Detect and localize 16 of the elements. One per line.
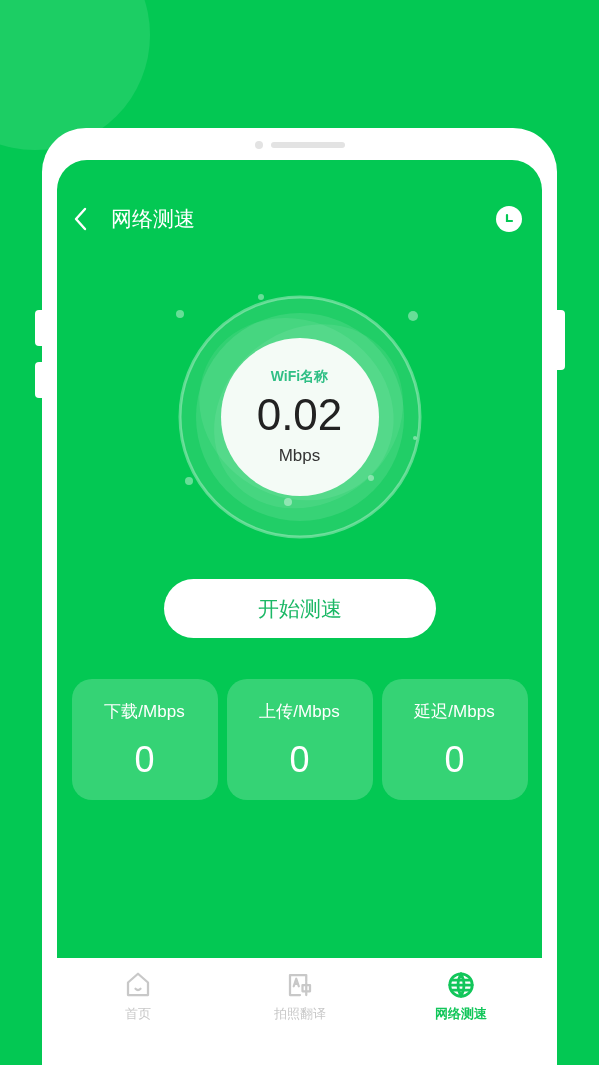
stat-value: 0 — [444, 737, 465, 782]
stat-label: 延迟/Mbps — [414, 701, 495, 723]
stat-label: 上传/Mbps — [259, 701, 340, 723]
stat-value: 0 — [134, 737, 155, 782]
speed-value: 0.02 — [256, 388, 343, 441]
stat-value: 0 — [289, 737, 310, 782]
page-title: 网络测速 — [111, 206, 195, 233]
start-test-button[interactable]: 开始测速 — [163, 579, 436, 638]
stat-label: 下载/Mbps — [104, 701, 185, 723]
globe-icon — [446, 970, 477, 1000]
speed-unit: Mbps — [278, 444, 321, 467]
tab-item[interactable]: 网络测速 — [380, 958, 542, 1065]
wifi-name: WiFi名称 — [270, 366, 329, 386]
clock-icon — [503, 213, 515, 225]
back-icon — [74, 207, 88, 231]
history-button[interactable] — [496, 206, 522, 232]
